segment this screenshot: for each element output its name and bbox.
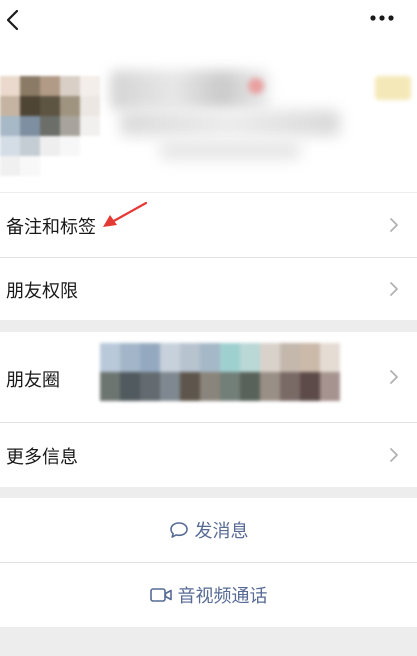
- chevron-right-icon: [390, 218, 398, 232]
- row-remark-tags[interactable]: 备注和标签: [0, 193, 417, 257]
- wechat-id-blurred: [120, 110, 340, 136]
- row-more-info[interactable]: 更多信息: [0, 423, 417, 487]
- gender-icon: [248, 78, 264, 94]
- status-badge: [375, 76, 411, 100]
- video-camera-icon: [149, 588, 172, 602]
- nickname-blurred: [110, 70, 270, 110]
- avatar[interactable]: [0, 76, 100, 176]
- moments-label: 朋友圈: [6, 370, 60, 391]
- top-bar: [0, 0, 417, 48]
- row-friend-permissions[interactable]: 朋友权限: [0, 258, 417, 320]
- region-blurred: [160, 140, 300, 160]
- back-icon[interactable]: [4, 8, 22, 32]
- friend-permissions-label: 朋友权限: [6, 281, 78, 302]
- send-message-label: 发消息: [194, 521, 249, 542]
- row-moments[interactable]: 朋友圈: [0, 332, 417, 422]
- more-info-label: 更多信息: [6, 447, 78, 468]
- chat-bubble-icon: [169, 522, 188, 538]
- profile-header: [0, 48, 417, 192]
- video-call-label: 音视频通话: [177, 586, 268, 607]
- video-call-content: 音视频通话: [0, 563, 417, 627]
- annotation-arrow-icon: [103, 201, 148, 227]
- remark-tags-label: 备注和标签: [6, 217, 96, 238]
- chevron-right-icon: [390, 282, 398, 296]
- video-call-button[interactable]: 音视频通话: [0, 563, 417, 627]
- chevron-right-icon: [390, 370, 398, 384]
- send-message-button[interactable]: 发消息: [0, 498, 417, 562]
- send-message-content: 发消息: [0, 498, 417, 562]
- chevron-right-icon: [390, 448, 398, 462]
- moments-thumbnails-blurred: [100, 343, 340, 401]
- more-icon[interactable]: [369, 14, 395, 22]
